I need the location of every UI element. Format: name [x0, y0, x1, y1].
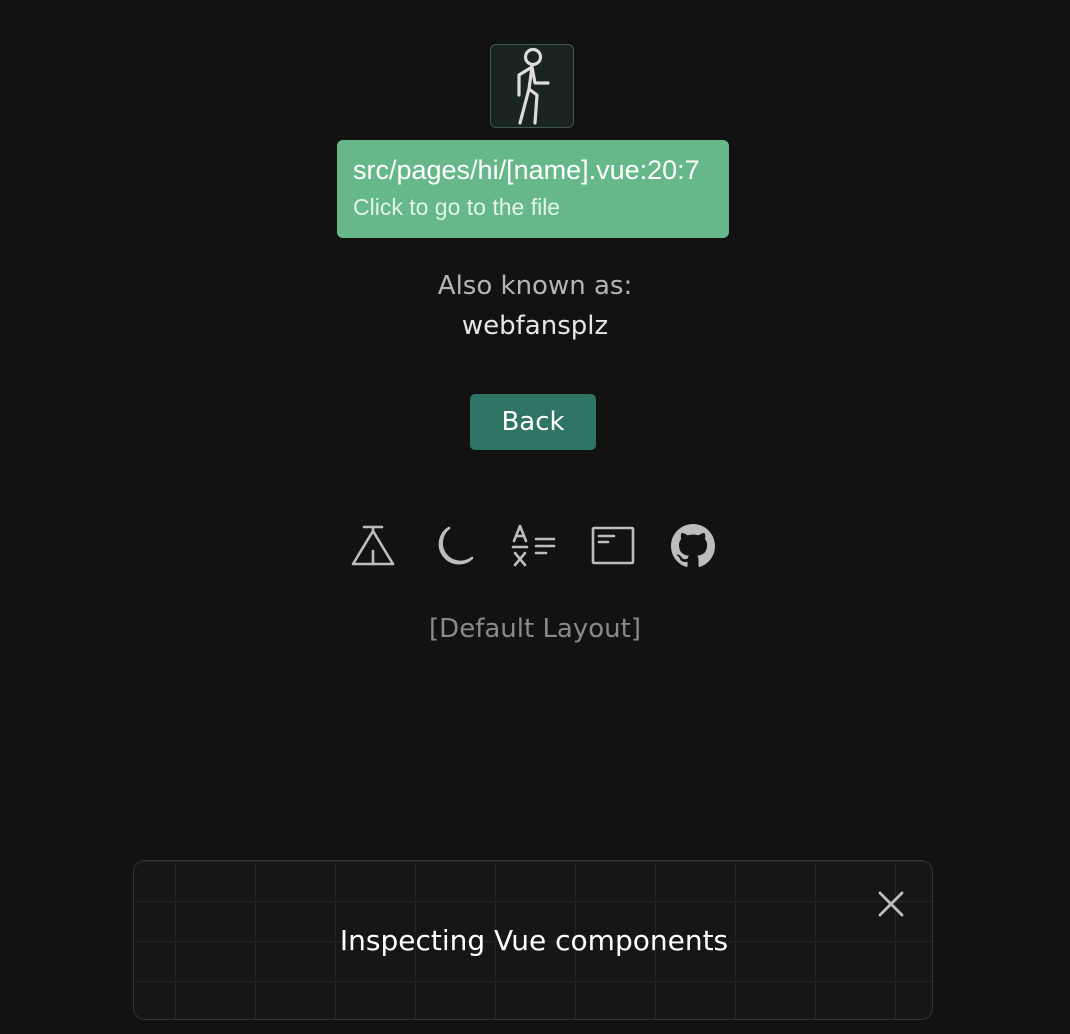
footer-nav — [0, 523, 1070, 569]
back-button[interactable]: Back — [470, 394, 596, 450]
inspector-panel: Inspecting Vue components — [133, 860, 933, 1020]
moon-icon[interactable] — [430, 523, 476, 569]
close-icon[interactable] — [874, 887, 908, 921]
tent-icon[interactable] — [350, 523, 396, 569]
also-known-as-label: Also known as: — [437, 271, 633, 301]
github-icon[interactable] — [670, 523, 716, 569]
docs-icon[interactable] — [590, 523, 636, 569]
user-alias: webfansplz — [461, 311, 609, 341]
tooltip-hint: Click to go to the file — [353, 194, 561, 220]
file-path: src/pages/hi/[name].vue:20:7 — [353, 155, 700, 185]
page: src/pages/hi/[name].vue:20:7 Click to go… — [0, 0, 1070, 1034]
file-location-tooltip[interactable]: src/pages/hi/[name].vue:20:7 Click to go… — [337, 140, 729, 238]
walking-person-icon — [490, 44, 574, 128]
language-icon[interactable] — [510, 523, 556, 569]
inspector-message: Inspecting Vue components — [339, 924, 729, 957]
layout-label: [Default Layout] — [429, 614, 641, 644]
